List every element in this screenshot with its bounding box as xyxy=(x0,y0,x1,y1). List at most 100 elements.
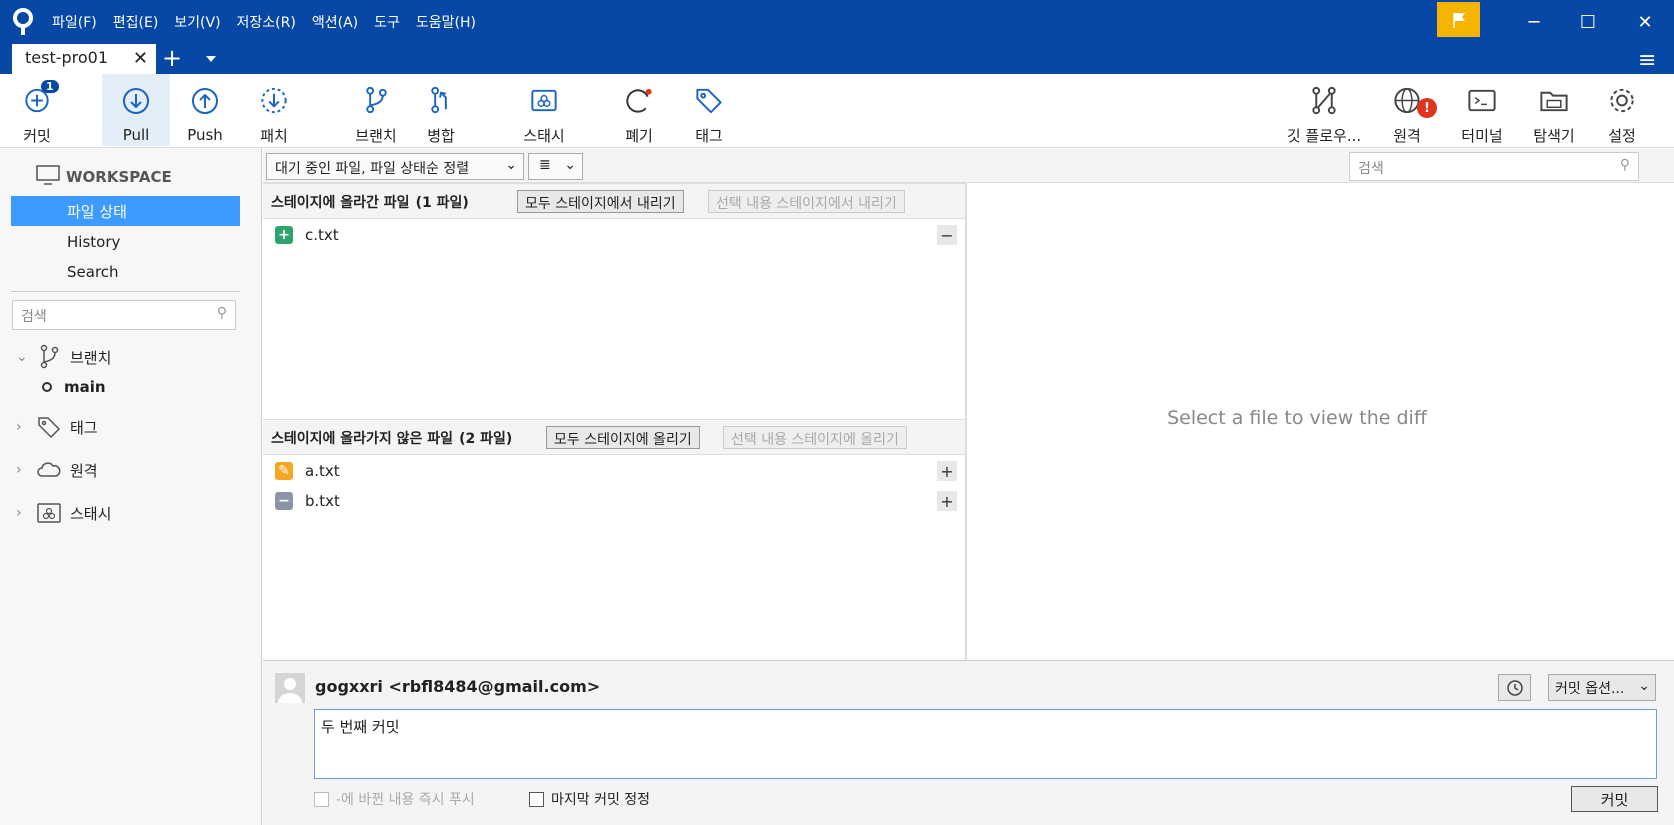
close-tab-icon[interactable]: ✕ xyxy=(133,48,148,69)
discard-toolbar-button[interactable]: 폐기 xyxy=(614,74,664,146)
sidebar-item-search[interactable]: Search xyxy=(11,258,240,288)
sidebar-item-history[interactable]: History xyxy=(11,228,240,258)
repo-tab-label: test-pro01 xyxy=(25,48,109,67)
repo-tab[interactable]: test-pro01 ✕ xyxy=(12,44,156,74)
gitflow-toolbar-button[interactable]: 깃 플로우... xyxy=(1284,74,1364,146)
tree-remotes-label: 원격 xyxy=(70,461,98,480)
discard-icon xyxy=(626,88,652,113)
branch-icon xyxy=(40,344,59,369)
push-immediately-label: -에 바뀐 내용 즉시 푸시 xyxy=(336,792,475,808)
commit-area: gogxxri <rbfl8484@gmail.com> 커밋 옵션... ⌄ … xyxy=(263,660,1674,825)
close-window-button[interactable]: ✕ xyxy=(1625,8,1665,36)
chevron-down-icon: ⌄ xyxy=(505,157,517,173)
fetch-icon xyxy=(261,87,287,114)
pull-toolbar-button[interactable]: Pull xyxy=(102,74,170,146)
unstage-selected-button[interactable]: 선택 내용 스테이지에서 내리기 xyxy=(708,190,905,213)
maximize-button[interactable]: ☐ xyxy=(1568,8,1608,36)
chevron-right-icon: › xyxy=(16,462,22,478)
unstage-file-button[interactable]: − xyxy=(937,225,957,245)
stage-file-button[interactable]: + xyxy=(937,491,957,511)
commit-message-input[interactable]: 두 번째 커밋 xyxy=(314,709,1657,779)
commit-button[interactable]: 커밋 xyxy=(1571,786,1658,812)
terminal-toolbar-label: 터미널 xyxy=(1461,127,1503,145)
push-icon xyxy=(192,88,218,114)
staged-files-header: 스테이지에 올라간 파일 (1 파일) 모두 스테이지에서 내리기 선택 내용 스… xyxy=(263,183,965,219)
explorer-toolbar-button[interactable]: 탐색기 xyxy=(1524,74,1584,146)
diff-placeholder: Select a file to view the diff xyxy=(1167,407,1427,429)
branch-toolbar-button[interactable]: 브랜치 xyxy=(348,74,404,146)
branch-main[interactable]: main xyxy=(42,378,106,396)
menu-help[interactable]: 도움말(H) xyxy=(416,12,476,32)
explorer-toolbar-label: 탐색기 xyxy=(1533,127,1575,145)
unstaged-file-row[interactable]: ✎ a.txt + xyxy=(263,456,965,486)
stash-toolbar-button[interactable]: 스태시 xyxy=(514,74,574,146)
hamburger-menu-icon[interactable]: ≡ xyxy=(1638,48,1656,73)
unstaged-title-text: 스테이지에 올라가지 않은 파일 xyxy=(271,431,454,447)
commit-count-badge: 1 xyxy=(41,80,59,93)
new-tab-button[interactable]: + xyxy=(162,44,182,72)
sidebar-search-placeholder: 검색 xyxy=(21,309,47,325)
checkbox-box xyxy=(314,791,329,807)
list-view-icon: ≣ xyxy=(539,157,551,173)
file-search-input[interactable]: 검색 ⚲ xyxy=(1349,152,1639,181)
push-immediately-checkbox[interactable]: -에 바뀐 내용 즉시 푸시 xyxy=(314,789,475,809)
pull-icon xyxy=(123,88,149,114)
tree-branches[interactable]: ⌄ 브랜치 xyxy=(16,344,111,370)
terminal-toolbar-button[interactable]: 터미널 xyxy=(1452,74,1512,146)
stage-selected-button[interactable]: 선택 내용 스테이지에 올리기 xyxy=(723,426,907,449)
menu-view[interactable]: 보기(V) xyxy=(174,12,220,32)
file-search-placeholder: 검색 xyxy=(1358,161,1384,177)
current-branch-icon xyxy=(42,382,52,392)
fetch-toolbar-button[interactable]: 패치 xyxy=(246,74,302,146)
unstaged-file-name: b.txt xyxy=(305,492,340,510)
gitflow-toolbar-label: 깃 플로우... xyxy=(1286,127,1362,145)
menu-file[interactable]: 파일(F) xyxy=(52,12,97,32)
menu-tools[interactable]: 도구 xyxy=(374,12,400,32)
staged-file-name: c.txt xyxy=(305,226,339,244)
tab-dropdown-icon[interactable] xyxy=(206,56,216,62)
sidebar-divider xyxy=(11,291,240,292)
unstaged-file-row[interactable]: − b.txt + xyxy=(263,486,965,516)
unstaged-file-name: a.txt xyxy=(305,462,340,480)
tree-tags[interactable]: › 태그 xyxy=(16,414,98,440)
menu-bar: 파일(F) 편집(E) 보기(V) 저장소(R) 액션(A) 도구 도움말(H) xyxy=(52,12,492,32)
cloud-icon xyxy=(37,462,61,477)
chevron-down-icon: ⌄ xyxy=(564,157,576,173)
commit-history-button[interactable] xyxy=(1498,674,1531,701)
flag-icon xyxy=(1452,12,1465,28)
unstage-all-button[interactable]: 모두 스테이지에서 내리기 xyxy=(517,190,684,213)
tag-toolbar-label: 태그 xyxy=(695,127,723,145)
tag-icon xyxy=(38,417,61,439)
stage-all-button[interactable]: 모두 스테이지에 올리기 xyxy=(546,426,700,449)
staged-file-row[interactable]: + c.txt − xyxy=(263,220,965,250)
sidebar: WORKSPACE 파일 상태 History Search 검색 ⚲ ⌄ 브랜… xyxy=(0,148,262,825)
remote-toolbar-label: 원격 xyxy=(1393,127,1421,145)
toolbar: 커밋 1 Pull Push 패치 브랜치 병합 스태시 폐기 태그 깃 플로우… xyxy=(0,74,1674,148)
tree-remotes[interactable]: › 원격 xyxy=(16,457,98,483)
amend-checkbox[interactable]: 마지막 커밋 정정 xyxy=(529,789,650,809)
discard-toolbar-label: 폐기 xyxy=(625,127,653,145)
commit-author: gogxxri <rbfl8484@gmail.com> xyxy=(315,677,601,696)
merge-toolbar-button[interactable]: 병합 xyxy=(416,74,466,146)
notification-flag-button[interactable] xyxy=(1437,2,1480,37)
remote-error-badge: ! xyxy=(1417,98,1437,118)
tree-stashes[interactable]: › 스태시 xyxy=(16,500,111,526)
monitor-icon xyxy=(36,165,60,185)
stash-icon xyxy=(37,503,61,523)
tag-toolbar-button[interactable]: 태그 xyxy=(684,74,734,146)
tree-branches-label: 브랜치 xyxy=(70,348,112,367)
push-toolbar-button[interactable]: Push xyxy=(174,74,236,146)
commit-options-dropdown[interactable]: 커밋 옵션... ⌄ xyxy=(1548,674,1656,701)
file-sort-dropdown[interactable]: 대기 중인 파일, 파일 상태순 정렬 ⌄ xyxy=(266,153,524,180)
settings-toolbar-button[interactable]: 설정 xyxy=(1597,74,1647,146)
minimize-button[interactable]: ─ xyxy=(1514,8,1554,36)
view-mode-dropdown[interactable]: ≣ ⌄ xyxy=(528,153,583,180)
sidebar-item-file-status[interactable]: 파일 상태 xyxy=(11,196,240,226)
menu-edit[interactable]: 편집(E) xyxy=(113,12,159,32)
menu-repository[interactable]: 저장소(R) xyxy=(237,12,296,32)
stage-file-button[interactable]: + xyxy=(937,461,957,481)
staged-title: 스테이지에 올라간 파일 (1 파일) xyxy=(271,192,469,212)
sidebar-search-input[interactable]: 검색 ⚲ xyxy=(12,300,236,330)
menu-actions[interactable]: 액션(A) xyxy=(312,12,358,32)
user-icon xyxy=(278,678,302,703)
